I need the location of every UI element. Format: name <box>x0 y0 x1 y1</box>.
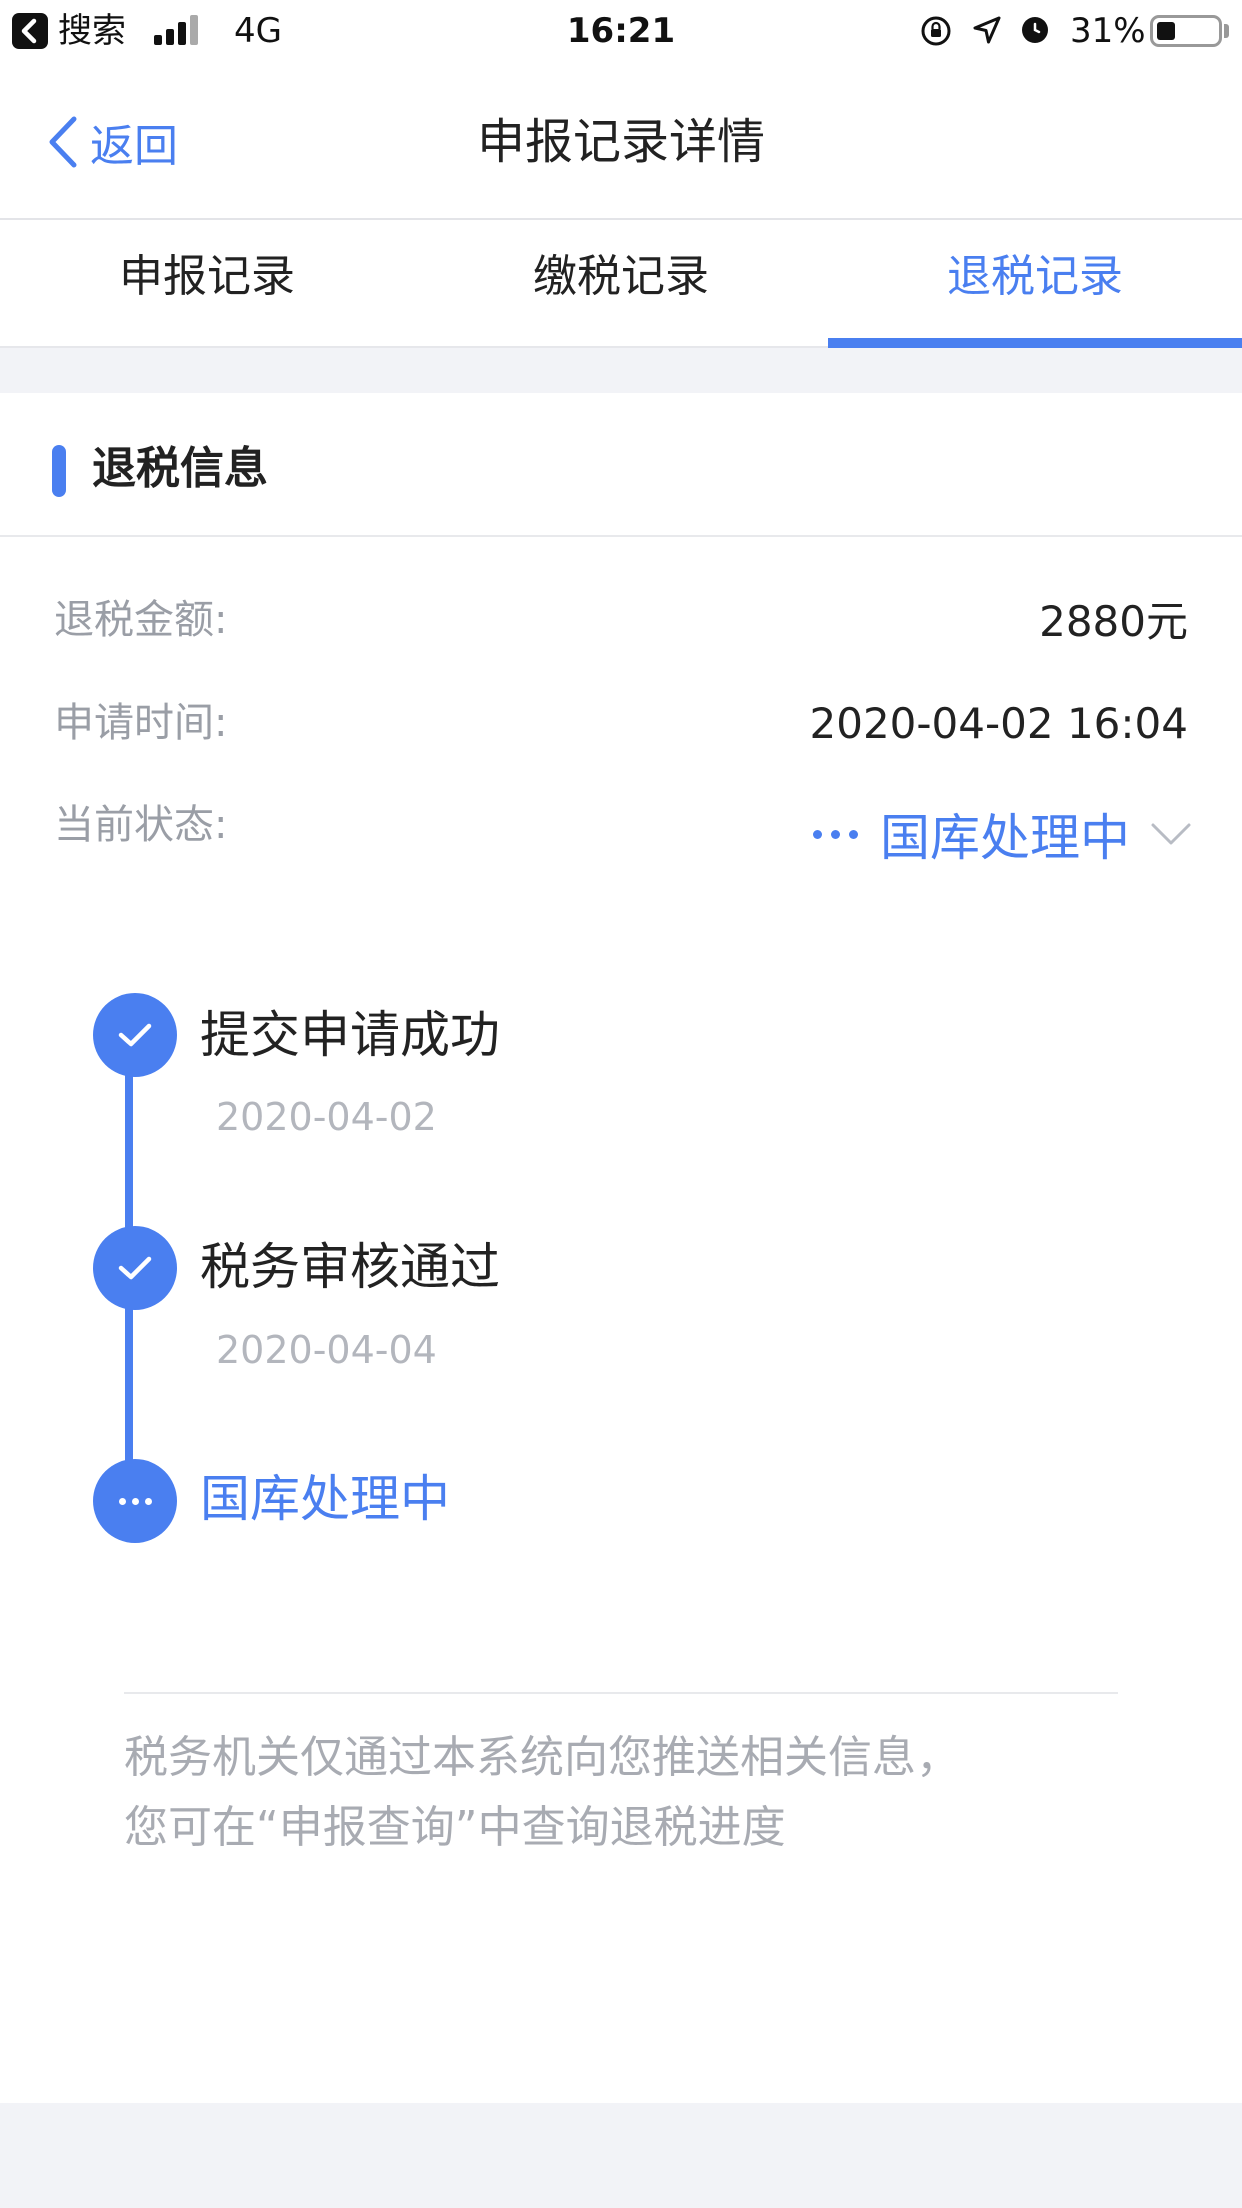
check-icon <box>118 1256 152 1280</box>
page-title: 申报记录详情 <box>476 114 765 170</box>
timeline-step-3-node <box>93 1459 177 1543</box>
timeline-step-1-title: 提交申请成功 <box>200 1006 500 1064</box>
section-title: 退税信息 <box>92 443 268 494</box>
battery-percent: 31% <box>1070 11 1146 51</box>
notice-text: 税务机关仅通过本系统向您推送相关信息， 您可在“申报查询”中查询退税进度 <box>124 1723 1124 1863</box>
apply-time-value: 2020-04-02 16:04 <box>809 699 1188 748</box>
status-label: 当前状态: <box>54 802 228 848</box>
tab-payment-records[interactable]: 缴税记录 <box>414 220 828 346</box>
amount-value: 2880元 <box>1039 597 1188 646</box>
tab-declaration-records[interactable]: 申报记录 <box>0 220 414 346</box>
tab-refund-records[interactable]: 退税记录 <box>828 220 1242 348</box>
refund-info-card: 退税信息 退税金额: 2880元 申请时间: 2020-04-02 16:04 … <box>0 393 1242 2103</box>
timeline-step-2-node <box>93 1226 177 1310</box>
clock: 16:21 <box>566 11 676 51</box>
status-bar: 搜索 4G 16:21 31% <box>0 0 1242 62</box>
more-dots-icon <box>118 1497 152 1505</box>
amount-label: 退税金额: <box>54 597 228 643</box>
status-value: 国库处理中 <box>880 809 1130 867</box>
record-tabs: 申报记录 缴税记录 退税记录 <box>0 220 1242 348</box>
more-dots-icon <box>813 829 858 839</box>
chevron-down-icon <box>1151 823 1191 845</box>
timeline-step-2-title: 税务审核通过 <box>200 1238 500 1296</box>
notice-divider <box>124 1692 1118 1694</box>
apply-time-label: 申请时间: <box>54 700 228 746</box>
location-icon <box>973 16 1001 44</box>
navigation-bar: 返回 申报记录详情 <box>0 62 1242 220</box>
section-divider <box>0 535 1242 537</box>
timeline-step-2-date: 2020-04-04 <box>216 1328 437 1372</box>
timeline-step-1-date: 2020-04-02 <box>216 1095 437 1139</box>
notice-line-1: 税务机关仅通过本系统向您推送相关信息， <box>124 1732 960 1783</box>
orientation-lock-icon <box>921 16 951 46</box>
battery-tip <box>1224 24 1229 38</box>
timeline-step-1-node <box>93 993 177 1077</box>
timeline-step-3-title: 国库处理中 <box>200 1470 450 1528</box>
alarm-icon <box>1022 17 1048 43</box>
check-icon <box>118 1023 152 1047</box>
notice-line-2: 您可在“申报查询”中查询退税进度 <box>124 1802 786 1853</box>
battery-icon <box>1150 15 1222 47</box>
status-dropdown[interactable]: 国库处理中 <box>813 796 1192 872</box>
section-accent-bar <box>52 445 66 497</box>
